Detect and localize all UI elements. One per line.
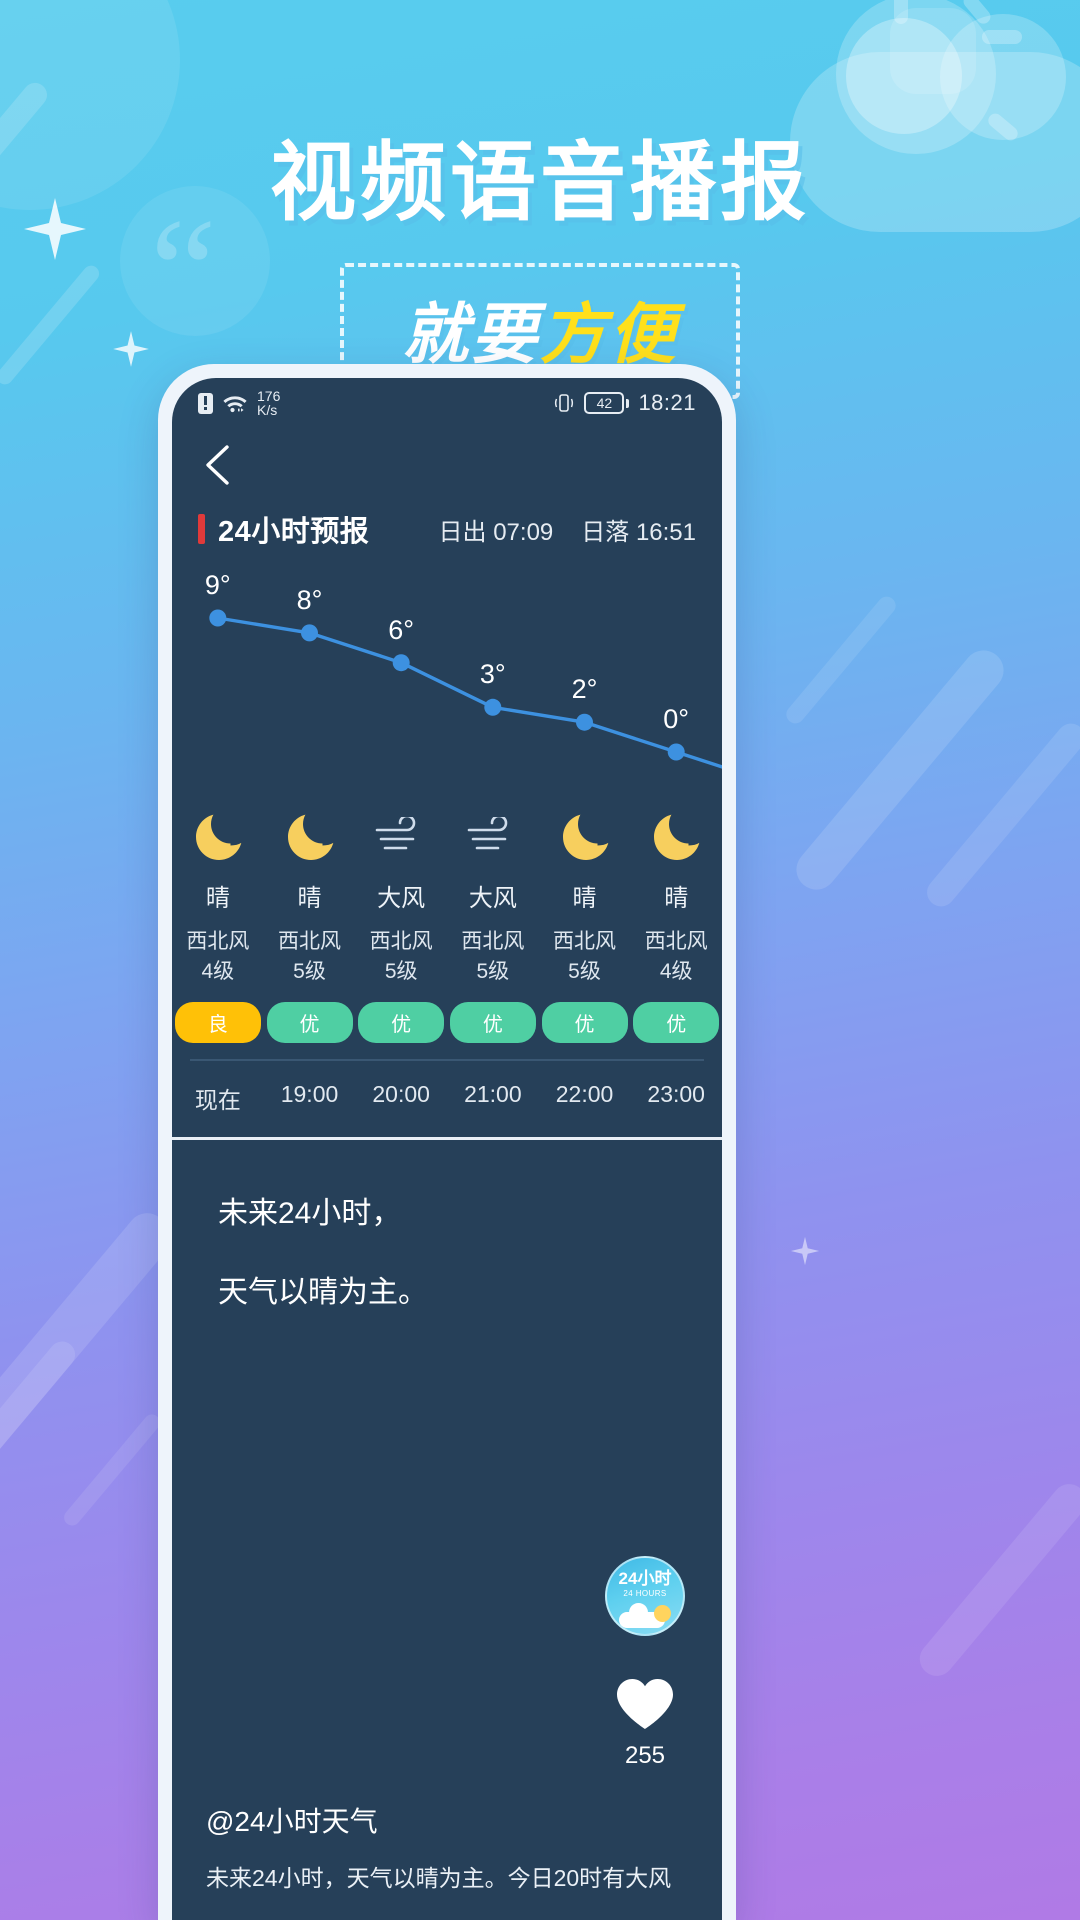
hour-column[interactable]: 晴西北风 4级优 [630,806,722,1043]
aqi-badge: 优 [449,1001,536,1043]
aqi-badge: 优 [541,1001,628,1043]
back-chevron-icon [206,445,229,485]
moon-icon [654,814,700,860]
weather-icon-slot [539,806,631,868]
weather-condition: 大风 [468,885,517,912]
weather-icon-slot [264,806,356,868]
promo-title: 视频语音播报 [270,135,810,231]
sunset: 日落 16:51 [581,518,696,546]
badge-sun-icon [654,1605,671,1622]
promo-subtitle-yellow: 方便 [540,297,678,371]
hour-label: 现在 [194,1086,241,1113]
like-count: 255 [624,1742,666,1769]
status-bar: 176 K/s 42 18:21 [172,378,722,428]
weather-icon-slot [630,806,722,868]
temperature-label: 2° [571,674,598,705]
temperature-label: 8° [296,584,323,615]
caption-text: 未来24小时，天气以晴为主。今日20时有大风 [206,1864,672,1891]
app-navbar [172,428,722,502]
hour-label: 19:00 [280,1080,339,1107]
temperature-label: 9° [204,570,231,600]
phone-mockup: 176 K/s 42 18:21 24小时预报 日出 07:09 日落 16:5… [158,364,736,1920]
badge-subtitle: 24 HOURS [623,1589,667,1598]
weather-condition: 晴 [572,885,597,912]
weather-condition: 大风 [377,885,426,912]
moon-icon [287,814,333,860]
hour-column[interactable]: 晴西北风 5级优 [264,806,356,1043]
hour-label: 23:00 [647,1080,705,1107]
hour-column[interactable]: 大风西北风 5级优 [447,806,539,1043]
temperature-line [209,609,722,769]
moon-icon [562,814,608,860]
hour-label: 20:00 [372,1080,430,1107]
narration-block: 未来24小时， 天气以晴为主。 [172,1140,722,1312]
heart-icon [617,1679,673,1729]
video-caption: @24小时天气 未来24小时，天气以晴为主。今日20时有大风 [172,1800,722,1920]
battery-level: 42 [584,392,625,414]
hour-column[interactable]: 晴西北风 5级优 [539,806,631,1043]
hour-column[interactable]: 大风西北风 5级优 [355,806,447,1043]
hour-label: 22:00 [555,1080,614,1107]
narration-line-2: 天气以晴为主。 [218,1275,428,1309]
moon-icon [195,814,242,860]
account-handle[interactable]: @24小时天气 [206,1800,688,1840]
hourly-forecast-list: 晴西北风 4级良晴西北风 5级优大风 西北风 5级优大风 西北风 5级优晴西北风 5级优晴西北… [172,806,722,1043]
temperature-label: 6° [388,614,415,645]
aqi-badge: 优 [266,1001,353,1043]
temperature-label: 0° [663,704,690,734]
wind-info: 西北风 4级 [186,930,250,984]
promo-header: 视频语音播报 就要方便 [0,112,1080,399]
like-button[interactable]: 255 [602,1676,688,1770]
page-title: 24小时预报 [218,516,370,548]
wifi-icon [222,393,248,413]
wind-info: 西北风 4级 [644,930,708,984]
24-hours-badge[interactable]: 24小时 24 HOURS [605,1556,685,1636]
sunrise: 日出 07:09 [438,518,554,546]
weather-icon-slot [447,806,539,868]
network-speed: 176 K/s [257,388,281,418]
back-button[interactable] [194,441,242,489]
hour-label: 21:00 [464,1080,522,1107]
hour-column[interactable]: 晴西北风 4级良 [172,806,264,1043]
aqi-badge: 优 [633,1001,720,1043]
wind-info: 西北风 5级 [553,930,617,984]
weather-condition: 晴 [297,885,322,912]
narration-line-1: 未来24小时， [218,1196,402,1230]
wind-info: 西北风 5级 [278,930,341,984]
battery-icon: 42 [584,392,630,414]
temperature-chart: 9° 8° 6° 3° 2° 0° [172,556,722,806]
phone-screen: 176 K/s 42 18:21 24小时预报 日出 07:09 日落 16:5… [172,378,722,1920]
wind-info: 西北风 5级 [369,930,433,984]
wind-info: 西北风 5级 [461,930,525,984]
aqi-badge: 优 [358,1001,445,1043]
weather-condition: 晴 [664,885,689,912]
action-rail: 24小时 24 HOURS 255 [602,1556,688,1770]
weather-condition: 晴 [205,885,230,912]
temperature-label: 3° [479,659,506,690]
aqi-badge: 良 [174,1001,261,1043]
promo-subtitle-white: 就要 [402,297,540,371]
hour-axis: 现在 19:00 20:00 21:00 22:00 23:00 [172,1061,722,1115]
wind-icon [375,817,416,850]
sim-card-icon [198,392,213,414]
section-accent-bar [198,514,205,544]
status-clock: 18:21 [638,390,696,415]
weather-icon-slot [355,806,447,868]
badge-title: 24小时 [618,1569,672,1588]
section-header: 24小时预报 日出 07:09 日落 16:51 [172,502,722,550]
wind-icon [467,817,508,850]
weather-icon-slot [172,806,264,868]
vibrate-icon [553,392,575,414]
sun-times: 日出 07:09 日落 16:51 [439,512,696,547]
sparkle-icon [790,1236,820,1266]
